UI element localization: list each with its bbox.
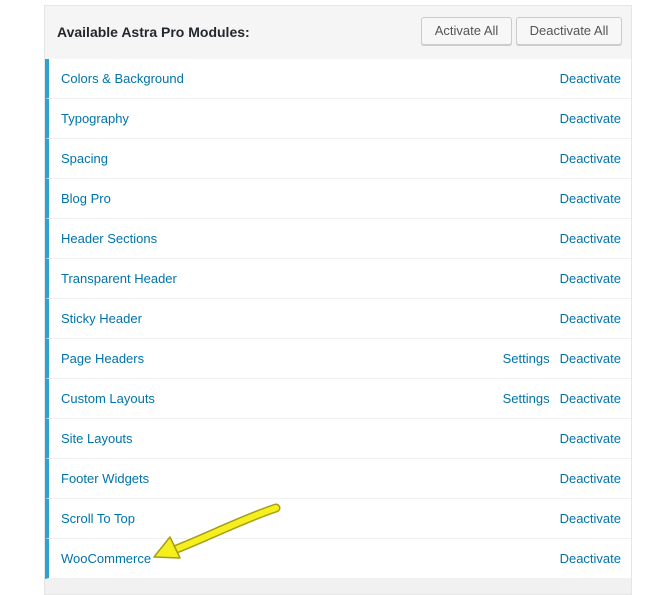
- module-name-link[interactable]: WooCommerce: [61, 551, 151, 566]
- deactivate-all-button[interactable]: Deactivate All: [516, 17, 622, 45]
- panel-title: Available Astra Pro Modules:: [57, 24, 250, 40]
- annotation-arrow-icon: [153, 503, 281, 559]
- module-row: Site Layouts Deactivate: [45, 419, 631, 459]
- module-actions: Deactivate: [550, 551, 621, 566]
- module-deactivate-link[interactable]: Deactivate: [560, 431, 621, 446]
- module-deactivate-link[interactable]: Deactivate: [560, 191, 621, 206]
- module-name-link[interactable]: Scroll To Top: [61, 511, 135, 526]
- module-row: Scroll To Top Deactivate: [45, 499, 631, 539]
- modules-panel: Available Astra Pro Modules: Activate Al…: [44, 5, 632, 595]
- activate-all-button[interactable]: Activate All: [421, 17, 512, 45]
- module-name-link[interactable]: Transparent Header: [61, 271, 177, 286]
- module-name-link[interactable]: Typography: [61, 111, 129, 126]
- module-actions: Deactivate: [550, 231, 621, 246]
- module-deactivate-link[interactable]: Deactivate: [560, 271, 621, 286]
- module-actions: Settings Deactivate: [493, 391, 621, 406]
- module-row: Sticky Header Deactivate: [45, 299, 631, 339]
- module-settings-link[interactable]: Settings: [503, 351, 550, 366]
- module-row: Typography Deactivate: [45, 99, 631, 139]
- module-actions: Deactivate: [550, 151, 621, 166]
- module-row: Custom Layouts Settings Deactivate: [45, 379, 631, 419]
- module-settings-link[interactable]: Settings: [503, 391, 550, 406]
- module-actions: Deactivate: [550, 111, 621, 126]
- module-name-link[interactable]: Blog Pro: [61, 191, 111, 206]
- module-actions: Deactivate: [550, 71, 621, 86]
- module-row: Blog Pro Deactivate: [45, 179, 631, 219]
- module-actions: Deactivate: [550, 511, 621, 526]
- module-row: Colors & Background Deactivate: [45, 59, 631, 99]
- modules-list: Colors & Background Deactivate Typography D…: [45, 59, 631, 579]
- module-deactivate-link[interactable]: Deactivate: [560, 111, 621, 126]
- module-name-link[interactable]: Colors & Background: [61, 71, 184, 86]
- module-deactivate-link[interactable]: Deactivate: [560, 551, 621, 566]
- module-actions: Settings Deactivate: [493, 351, 621, 366]
- module-row: WooCommerce Deactivate: [45, 539, 631, 579]
- module-name-link[interactable]: Header Sections: [61, 231, 157, 246]
- module-actions: Deactivate: [550, 471, 621, 486]
- module-name-link[interactable]: Custom Layouts: [61, 391, 155, 406]
- module-deactivate-link[interactable]: Deactivate: [560, 351, 621, 366]
- module-name-link[interactable]: Spacing: [61, 151, 108, 166]
- module-deactivate-link[interactable]: Deactivate: [560, 391, 621, 406]
- module-actions: Deactivate: [550, 431, 621, 446]
- module-row: Header Sections Deactivate: [45, 219, 631, 259]
- module-row: Footer Widgets Deactivate: [45, 459, 631, 499]
- module-name-link[interactable]: Page Headers: [61, 351, 144, 366]
- module-deactivate-link[interactable]: Deactivate: [560, 231, 621, 246]
- module-deactivate-link[interactable]: Deactivate: [560, 511, 621, 526]
- module-actions: Deactivate: [550, 311, 621, 326]
- module-actions: Deactivate: [550, 191, 621, 206]
- module-name-link[interactable]: Site Layouts: [61, 431, 133, 446]
- panel-header: Available Astra Pro Modules: Activate Al…: [45, 6, 631, 60]
- module-row: Transparent Header Deactivate: [45, 259, 631, 299]
- module-name-link[interactable]: Footer Widgets: [61, 471, 149, 486]
- module-deactivate-link[interactable]: Deactivate: [560, 311, 621, 326]
- module-row: Spacing Deactivate: [45, 139, 631, 179]
- module-actions: Deactivate: [550, 271, 621, 286]
- module-name-link[interactable]: Sticky Header: [61, 311, 142, 326]
- module-deactivate-link[interactable]: Deactivate: [560, 471, 621, 486]
- module-deactivate-link[interactable]: Deactivate: [560, 71, 621, 86]
- module-deactivate-link[interactable]: Deactivate: [560, 151, 621, 166]
- module-row: Page Headers Settings Deactivate: [45, 339, 631, 379]
